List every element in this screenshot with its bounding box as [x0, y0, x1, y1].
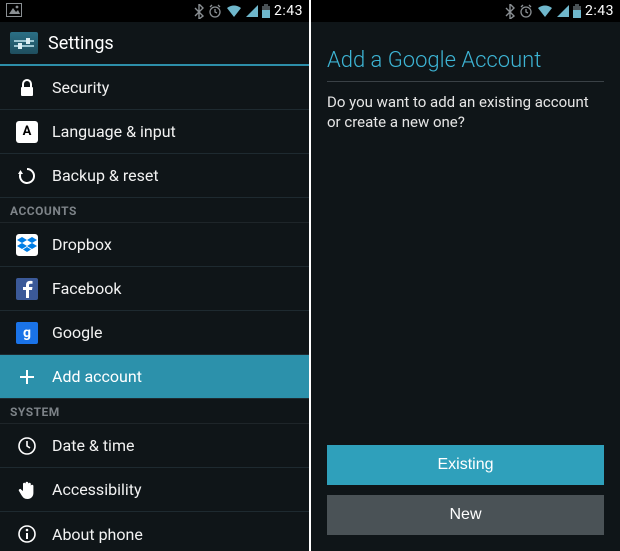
battery-icon — [573, 4, 581, 18]
wifi-icon — [537, 5, 553, 18]
existing-button[interactable]: Existing — [327, 445, 604, 485]
row-label: Security — [52, 78, 109, 97]
row-about-phone[interactable]: About phone — [0, 512, 309, 551]
row-language-input[interactable]: A Language & input — [0, 110, 309, 154]
row-google[interactable]: g Google — [0, 311, 309, 355]
wifi-icon — [226, 5, 242, 18]
dropbox-icon — [16, 234, 38, 256]
plus-icon — [16, 366, 38, 388]
button-stack: Existing New — [327, 445, 604, 535]
row-dropbox[interactable]: Dropbox — [0, 223, 309, 267]
restore-icon — [16, 165, 38, 187]
clock-icon — [16, 435, 38, 457]
row-label: Facebook — [52, 279, 121, 298]
add-account-title: Add a Google Account — [311, 22, 620, 81]
settings-app-icon — [10, 32, 38, 54]
status-time: 2:43 — [585, 3, 614, 19]
row-label: Accessibility — [52, 480, 142, 499]
row-label: Dropbox — [52, 235, 112, 254]
settings-title: Settings — [48, 33, 114, 54]
row-facebook[interactable]: Facebook — [0, 267, 309, 311]
row-label: Add account — [52, 367, 142, 386]
bluetooth-icon — [194, 4, 204, 19]
section-accounts: ACCOUNTS — [0, 198, 309, 223]
battery-icon — [262, 4, 270, 18]
google-icon: g — [16, 322, 38, 344]
picture-icon — [6, 3, 22, 17]
status-time: 2:43 — [274, 3, 303, 19]
row-label: About phone — [52, 525, 143, 544]
row-label: Backup & reset — [52, 166, 159, 185]
alarm-icon — [519, 4, 533, 18]
section-system: SYSTEM — [0, 399, 309, 424]
row-date-time[interactable]: Date & time — [0, 424, 309, 468]
lock-icon — [16, 77, 38, 99]
row-backup-reset[interactable]: Backup & reset — [0, 154, 309, 198]
alarm-icon — [208, 4, 222, 18]
row-label: Date & time — [52, 436, 134, 455]
bluetooth-icon — [505, 4, 515, 19]
cell-signal-icon — [557, 5, 569, 17]
settings-list[interactable]: Security A Language & input Backup & res… — [0, 66, 309, 551]
language-icon: A — [16, 121, 38, 143]
cell-signal-icon — [246, 5, 258, 17]
status-bar: 2:43 — [0, 0, 309, 22]
row-label: Google — [52, 323, 103, 342]
new-button[interactable]: New — [327, 495, 604, 535]
settings-header: Settings — [0, 22, 309, 66]
info-icon — [16, 523, 38, 545]
status-bar: 2:43 — [311, 0, 620, 22]
hand-icon — [16, 479, 38, 501]
settings-screen: 2:43 Settings Security A Language & inpu… — [0, 0, 309, 551]
add-account-prompt: Do you want to add an existing account o… — [311, 82, 620, 143]
add-account-screen: 2:43 Add a Google Account Do you want to… — [311, 0, 620, 551]
row-add-account[interactable]: Add account — [0, 355, 309, 399]
row-accessibility[interactable]: Accessibility — [0, 468, 309, 512]
row-label: Language & input — [52, 122, 176, 141]
facebook-icon — [16, 278, 38, 300]
row-security[interactable]: Security — [0, 66, 309, 110]
